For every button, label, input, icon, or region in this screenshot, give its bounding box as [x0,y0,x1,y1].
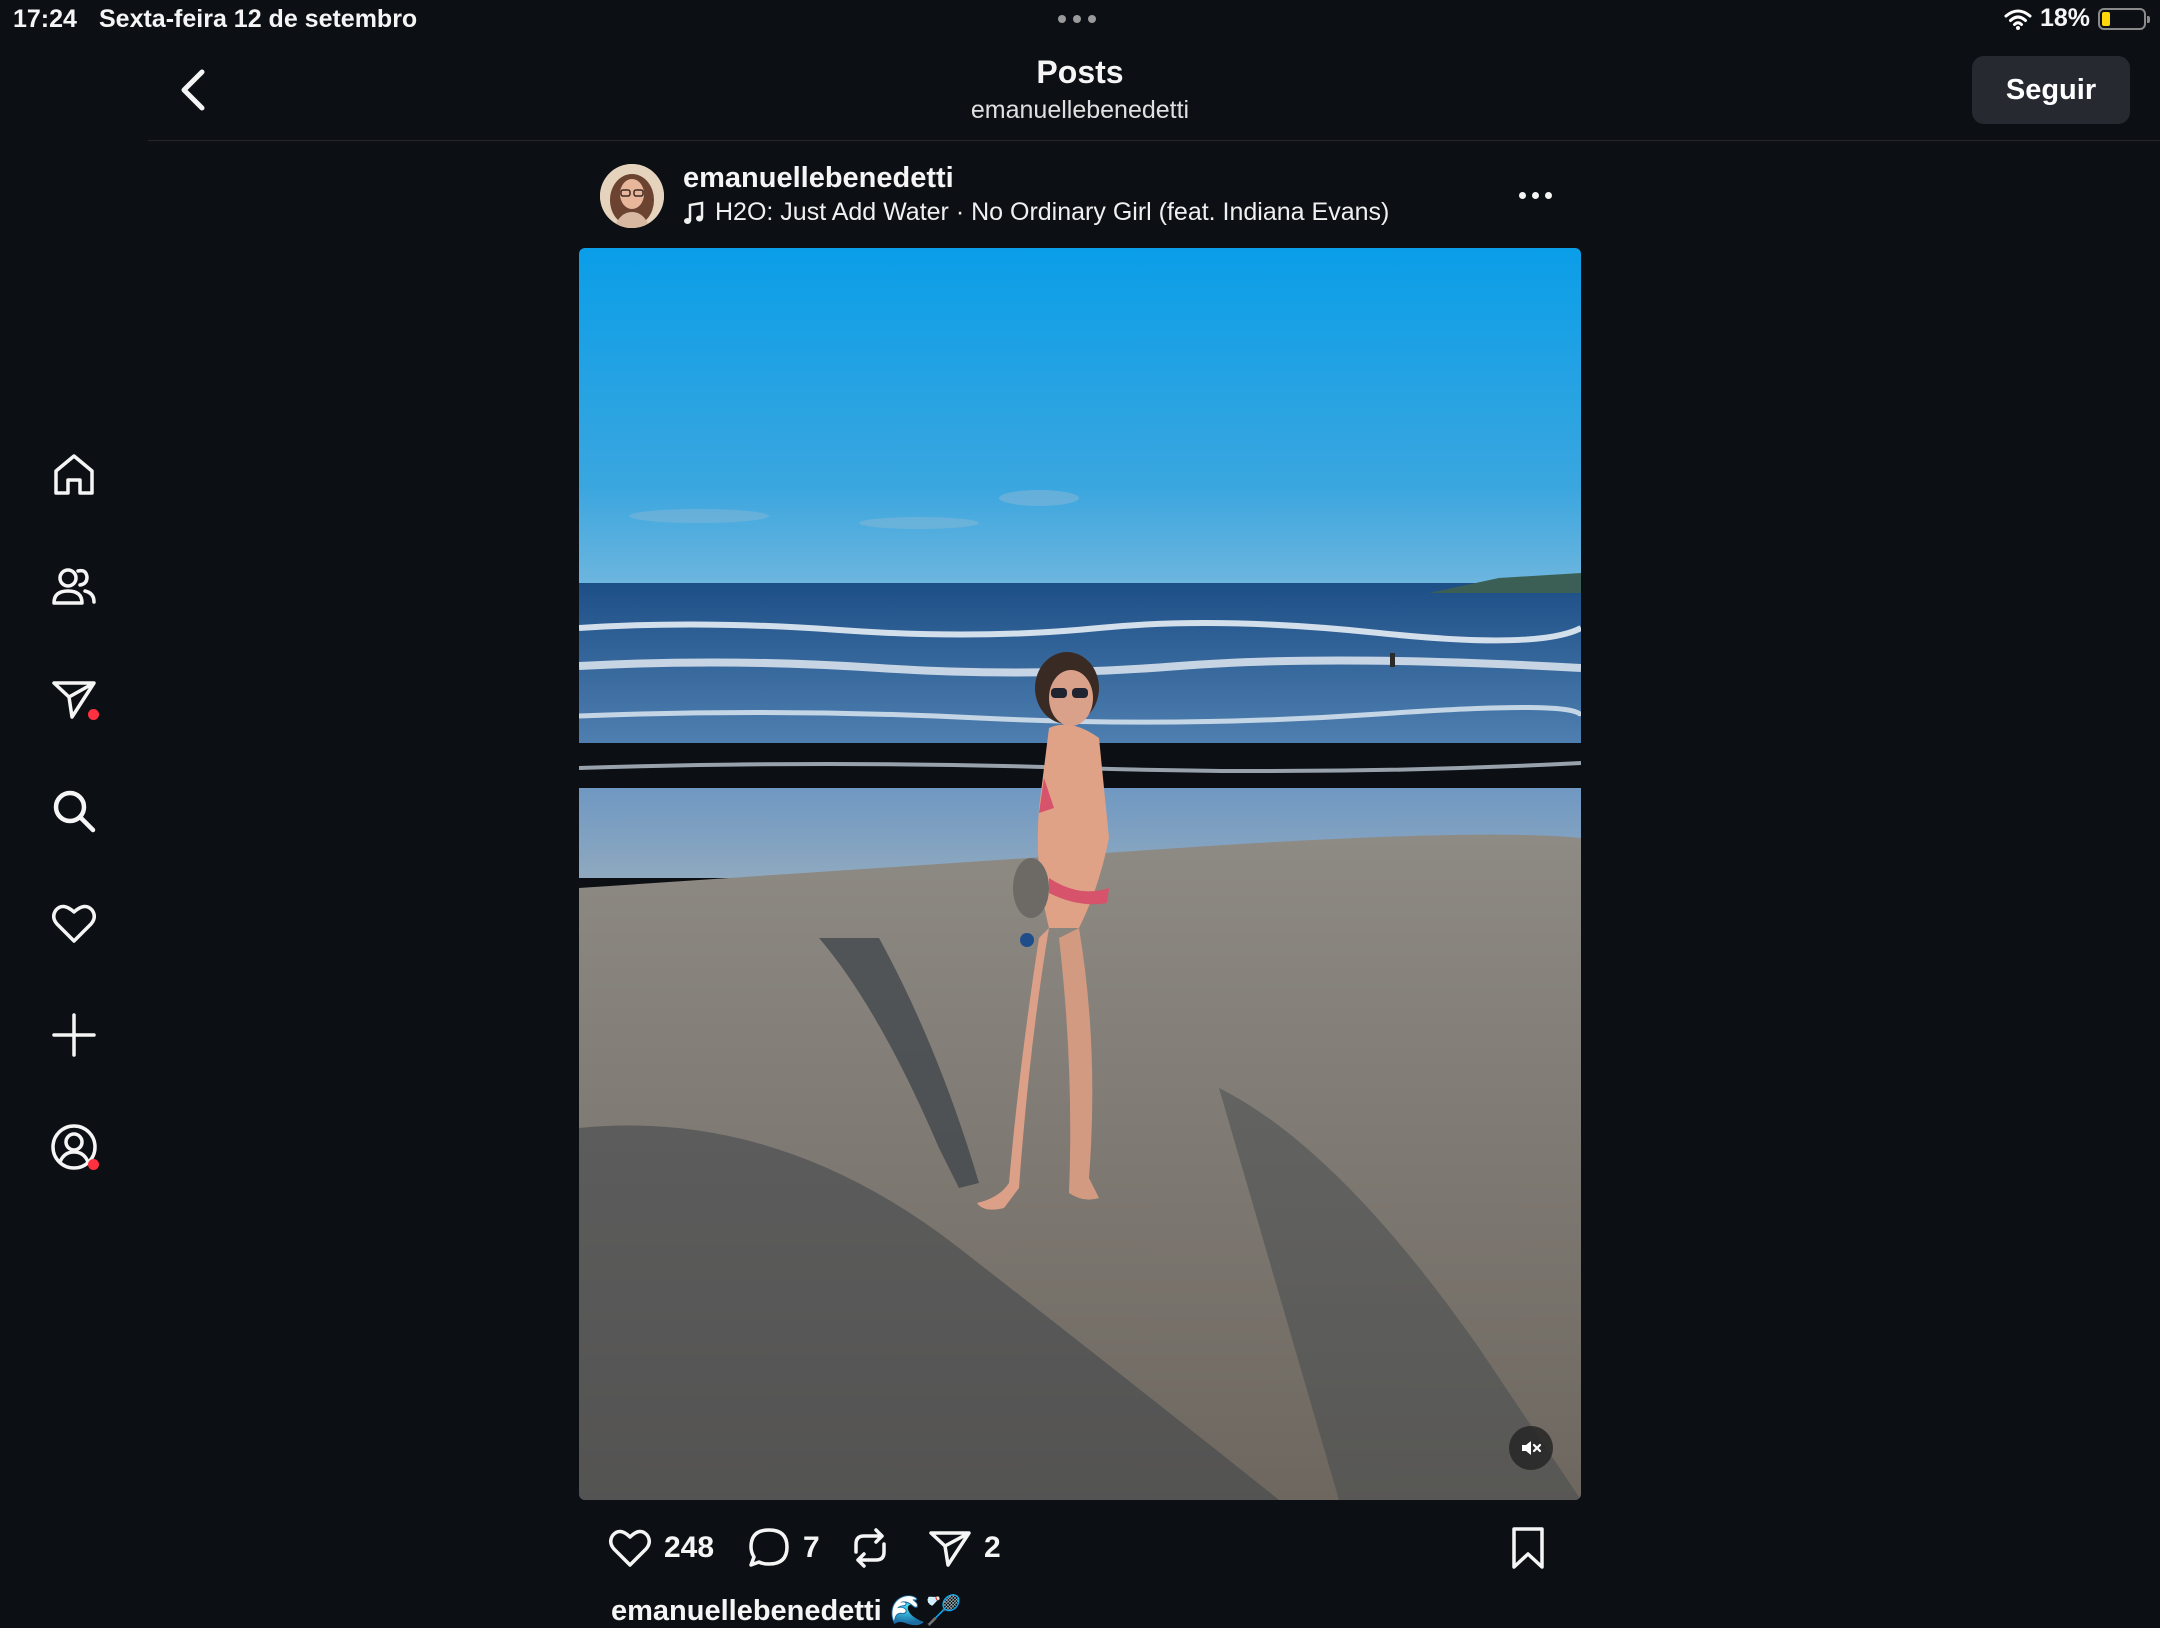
status-bar: 17:24 Sexta-feira 12 de setembro 18% [0,0,2160,40]
mute-button[interactable] [1509,1426,1553,1470]
bookmark-icon [1512,1527,1544,1569]
sidebar-item-profile[interactable] [44,1117,104,1177]
like-button[interactable]: 248 [606,1520,714,1576]
battery-level [2102,11,2110,26]
speaker-muted-icon [1522,1441,1542,1455]
post-image [579,248,1581,1500]
repost-button[interactable] [846,1520,894,1576]
home-icon [54,454,94,495]
heart-icon [52,904,96,943]
sidebar-item-create[interactable] [44,1005,104,1065]
comment-icon [749,1528,789,1567]
sidebar-item-profiles[interactable] [44,557,104,617]
more-options-icon[interactable] [1510,180,1560,210]
page-title: Posts [1036,54,1124,90]
status-time: 17:24 [13,5,77,33]
sidebar [0,40,148,1620]
music-title: H2O: Just Add Water · No Ordinary Girl (… [715,198,1390,226]
sidebar-item-activity[interactable] [44,893,104,953]
profiles-icon [52,568,96,605]
avatar[interactable] [600,164,664,228]
notification-dot [88,709,99,720]
notification-dot [88,1159,99,1170]
multitasking-dots-icon[interactable] [1058,15,1096,23]
post-actions: 248 7 2 [600,1520,1560,1576]
sidebar-item-home[interactable] [44,445,104,505]
comment-count: 7 [803,1531,820,1564]
sidebar-item-search[interactable] [44,781,104,841]
like-count: 248 [664,1531,715,1564]
caption-emoji: 🌊🏸 [889,1595,963,1627]
music-attribution[interactable]: H2O: Just Add Water · No Ordinary Girl (… [683,198,1389,227]
save-button[interactable] [1504,1520,1552,1576]
search-icon [53,790,96,833]
repost-icon [854,1528,886,1568]
page-subtitle[interactable]: emanuellebenedetti [148,96,2012,125]
music-note-icon [684,201,704,224]
caption-username[interactable]: emanuellebenedetti [611,1595,882,1627]
post-media[interactable] [579,248,1581,1500]
share-button[interactable]: 2 [926,1520,1001,1576]
share-count: 2 [984,1531,1001,1564]
wifi-icon [2004,9,2032,30]
post-header: emanuellebenedetti H2O: Just Add Water ·… [600,160,1570,232]
status-date: Sexta-feira 12 de setembro [99,5,418,33]
battery-icon [2098,7,2150,30]
page-header: Posts emanuellebenedetti Seguir [148,40,2160,141]
plus-icon [52,1013,96,1057]
sidebar-item-messages[interactable] [44,669,104,729]
paper-plane-icon [929,1531,971,1567]
post-caption: emanuellebenedetti 🌊🏸 [611,1594,962,1628]
comment-button[interactable]: 7 [745,1520,820,1576]
status-right: 18% [2004,4,2150,33]
heart-icon [609,1529,651,1567]
battery-percent: 18% [2039,4,2090,32]
avatar-image [600,164,664,228]
post-username[interactable]: emanuellebenedetti [683,162,954,195]
follow-button[interactable]: Seguir [1972,56,2130,124]
